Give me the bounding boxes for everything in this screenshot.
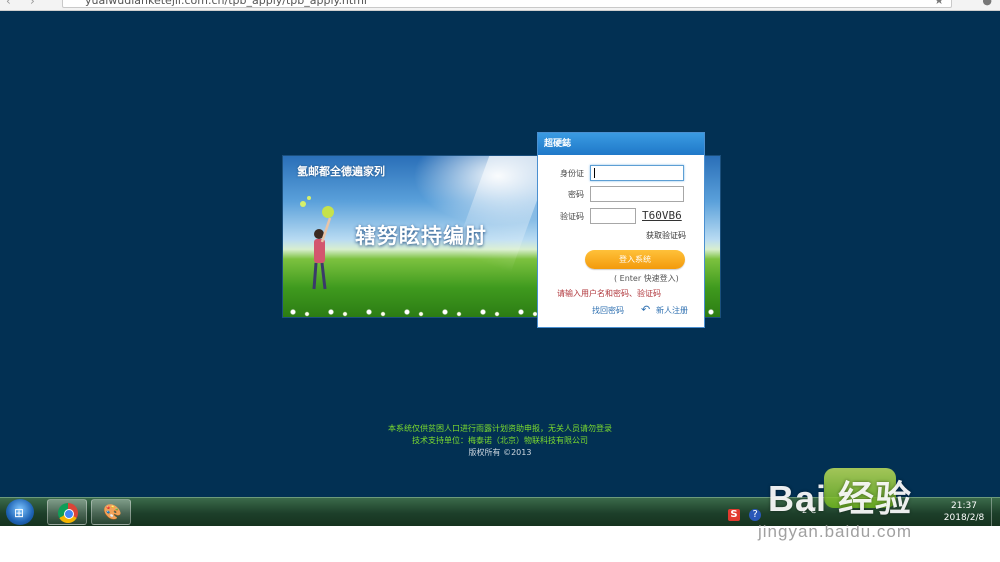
taskbar-paint[interactable]: 🎨 bbox=[91, 499, 131, 525]
paint-icon: 🎨 bbox=[103, 503, 122, 521]
login-button[interactable]: 登入系统 bbox=[585, 250, 685, 269]
sogou-ime-icon[interactable]: S bbox=[728, 509, 740, 521]
page-footer: 本系统仅供贫困人口进行雨露计划资助申报，无关人员请勿登录 技术支持单位：梅泰诺（… bbox=[0, 423, 1000, 459]
bookmark-star-icon[interactable]: ★ bbox=[934, 0, 944, 7]
footer-notice: 本系统仅供贫困人口进行雨露计划资助申报，无关人员请勿登录 bbox=[388, 424, 612, 433]
banner-big-title: 辖努眩持编肘 bbox=[355, 224, 487, 248]
captcha-row: 验证码 T60VB6 bbox=[538, 208, 706, 226]
captcha-input[interactable] bbox=[590, 208, 636, 224]
login-header: 超硬鋕 bbox=[538, 133, 704, 155]
error-message: 请输入用户名和密码、验证码 bbox=[557, 289, 661, 298]
browser-toolbar: ‹ › yuaiwudianketejii.com.cn/tpb_apply/t… bbox=[0, 0, 1000, 11]
weather-temp: 2℃ bbox=[802, 506, 817, 515]
login-panel: 超硬鋕 身份证 密码 验证码 T60VB6 获取验证码 登入系统 ( Enter… bbox=[537, 132, 705, 328]
girl-illustration-icon bbox=[300, 196, 334, 290]
captcha-image[interactable]: T60VB6 bbox=[642, 209, 682, 222]
register-arrow-icon: ↶ bbox=[641, 303, 651, 316]
id-row: 身份证 bbox=[538, 165, 706, 183]
system-tray: S ? bbox=[728, 502, 765, 522]
taskbar-chrome[interactable] bbox=[47, 499, 87, 525]
start-button[interactable]: ⊞ bbox=[6, 499, 34, 525]
register-link[interactable]: 新人注册 bbox=[656, 305, 688, 316]
captcha-label: 验证码 bbox=[560, 212, 584, 221]
enter-hint: ( Enter 快速登入) bbox=[614, 274, 679, 283]
show-desktop-button[interactable] bbox=[991, 498, 1000, 526]
password-row: 密码 bbox=[538, 186, 706, 204]
clock-date: 2018/2/8 bbox=[943, 513, 985, 523]
windows-logo-icon: ⊞ bbox=[14, 506, 25, 520]
password-input[interactable] bbox=[590, 186, 684, 202]
id-label: 身份证 bbox=[560, 169, 584, 178]
banner-small-title: 氢邮都全德遍家列 bbox=[297, 165, 385, 178]
back-icon[interactable]: ‹ bbox=[6, 0, 11, 8]
id-input[interactable] bbox=[590, 165, 684, 181]
taskbar-clock[interactable]: 21:37 2018/2/8 bbox=[938, 500, 990, 524]
forgot-password-link[interactable]: 找回密码 bbox=[592, 305, 624, 316]
browser-menu-icon[interactable]: ● bbox=[982, 0, 992, 7]
windows-taskbar: ⊞ 🎨 S ? 2℃ 21:37 2018/2/8 bbox=[0, 497, 1000, 526]
footer-support: 技术支持单位：梅泰诺（北京）物联科技有限公司 bbox=[412, 436, 588, 445]
help-icon[interactable]: ? bbox=[749, 509, 762, 521]
chrome-icon bbox=[58, 503, 78, 523]
forward-icon[interactable]: › bbox=[30, 0, 35, 8]
clock-time: 21:37 bbox=[951, 501, 977, 511]
footer-copyright: 版权所有 ©2013 bbox=[468, 448, 532, 457]
get-captcha-link[interactable]: 获取验证码 bbox=[646, 230, 686, 241]
address-bar[interactable]: yuaiwudianketejii.com.cn/tpb_apply/tpb_a… bbox=[62, 0, 952, 8]
text-caret bbox=[594, 168, 595, 178]
password-label: 密码 bbox=[568, 190, 584, 199]
